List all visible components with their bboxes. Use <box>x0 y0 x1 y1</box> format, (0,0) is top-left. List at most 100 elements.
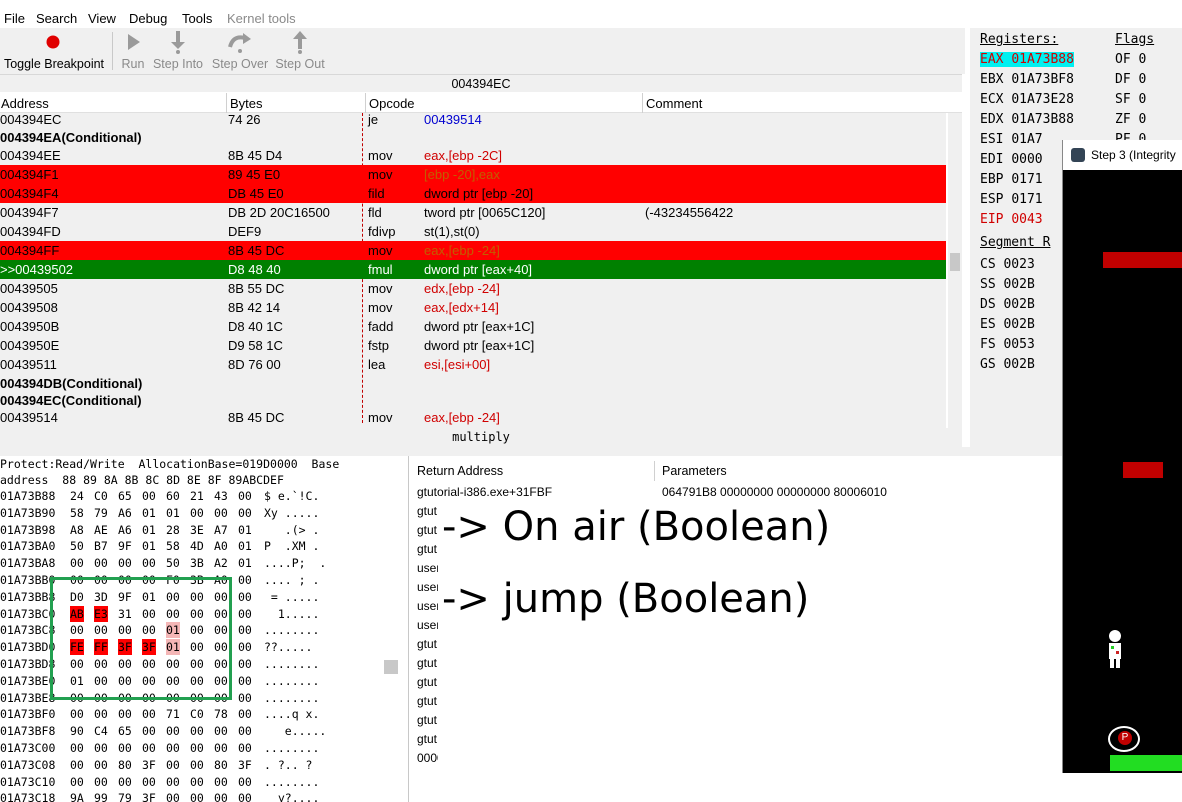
hex-byte[interactable]: 00 <box>142 774 156 790</box>
column-return-address[interactable]: Return Address <box>417 464 503 478</box>
hex-byte[interactable]: 28 <box>166 522 180 538</box>
game-window-titlebar[interactable]: Step 3 (Integrity <box>1063 140 1182 170</box>
hex-byte[interactable]: 50 <box>166 555 180 571</box>
hex-byte[interactable]: 00 <box>238 639 252 655</box>
hex-byte[interactable]: 3B <box>190 555 204 571</box>
menu-view[interactable]: View <box>88 11 116 26</box>
stack-row-return[interactable]: user <box>417 618 440 632</box>
disasm-row[interactable]: 00439511 8D 76 00 lea esi,[esi+00] <box>0 355 946 374</box>
hex-byte[interactable]: 43 <box>214 488 228 504</box>
disasm-row[interactable]: 00439508 8B 42 14 mov eax,[edx+14] <box>0 298 946 317</box>
stack-row-return[interactable]: user <box>417 599 440 613</box>
hex-byte[interactable]: 00 <box>214 505 228 521</box>
hex-byte[interactable]: 3F <box>142 790 156 802</box>
hex-scrollbar-thumb[interactable] <box>384 660 398 674</box>
flag-zf[interactable]: ZF 0 <box>1115 112 1146 127</box>
hex-byte[interactable]: 3E <box>190 522 204 538</box>
column-opcode[interactable]: Opcode <box>369 96 415 111</box>
disassembler-scrollbar[interactable] <box>948 113 962 428</box>
column-parameters[interactable]: Parameters <box>662 464 727 478</box>
hex-byte[interactable]: 00 <box>118 774 132 790</box>
hex-byte[interactable]: 00 <box>190 757 204 773</box>
hex-byte[interactable]: 78 <box>214 706 228 722</box>
hex-byte[interactable]: 00 <box>166 740 180 756</box>
hex-byte[interactable]: A0 <box>214 538 228 554</box>
hex-byte[interactable]: 00 <box>118 706 132 722</box>
hex-byte[interactable]: 00 <box>238 774 252 790</box>
hex-byte[interactable]: 99 <box>94 790 108 802</box>
toggle-breakpoint-button[interactable]: Toggle Breakpoint <box>0 28 108 74</box>
stack-row-return[interactable]: gtut <box>417 504 437 518</box>
hex-byte[interactable]: 3F <box>142 757 156 773</box>
hex-byte[interactable]: B7 <box>94 538 108 554</box>
hex-byte[interactable]: 58 <box>166 538 180 554</box>
register-ecx[interactable]: ECX 01A73E28 <box>980 92 1074 107</box>
column-bytes[interactable]: Bytes <box>230 96 263 111</box>
stack-row-return[interactable]: gtut <box>417 694 437 708</box>
hex-byte[interactable]: 00 <box>190 723 204 739</box>
disasm-row-breakpoint[interactable]: 004394F4 DB 45 E0 fild dword ptr [ebp -2… <box>0 184 946 203</box>
hex-byte[interactable]: 00 <box>238 505 252 521</box>
menu-debug[interactable]: Debug <box>129 11 167 26</box>
register-ebx[interactable]: EBX 01A73BF8 <box>980 72 1074 87</box>
game-window[interactable]: Step 3 (Integrity <box>1062 140 1182 773</box>
stack-row-return[interactable]: gtut <box>417 542 437 556</box>
segment-gs[interactable]: GS 002B <box>980 357 1035 372</box>
hex-byte[interactable]: 00 <box>238 589 252 605</box>
disasm-row-breakpoint[interactable]: 004394F1 89 45 E0 mov [ebp -20],eax <box>0 165 946 184</box>
hex-byte[interactable]: 00 <box>94 706 108 722</box>
register-esi[interactable]: ESI 01A7 <box>980 132 1043 147</box>
hex-byte[interactable]: 00 <box>70 774 84 790</box>
segment-ds[interactable]: DS 002B <box>980 297 1035 312</box>
stack-row-return[interactable]: gtut <box>417 637 437 651</box>
disasm-row[interactable]: 004394F7 DB 2D 20C16500 fld tword ptr [0… <box>0 203 946 222</box>
register-edi[interactable]: EDI 0000 <box>980 152 1043 167</box>
hex-byte[interactable]: 00 <box>70 740 84 756</box>
menu-file[interactable]: File <box>4 11 25 26</box>
hex-byte[interactable]: 90 <box>70 723 84 739</box>
hex-byte[interactable]: 00 <box>166 790 180 802</box>
disasm-row[interactable]: 0043950B D8 40 1C fadd dword ptr [eax+1C… <box>0 317 946 336</box>
stack-row-return[interactable]: gtut <box>417 732 437 746</box>
menu-search[interactable]: Search <box>36 11 77 26</box>
hex-byte[interactable]: 00 <box>166 723 180 739</box>
hex-byte[interactable]: 01 <box>238 538 252 554</box>
hex-byte[interactable]: 01 <box>238 555 252 571</box>
hex-byte[interactable]: 00 <box>70 757 84 773</box>
menu-tools[interactable]: Tools <box>182 11 212 26</box>
hex-byte[interactable]: 00 <box>238 706 252 722</box>
flag-of[interactable]: OF 0 <box>1115 52 1146 67</box>
hex-byte[interactable]: 00 <box>238 723 252 739</box>
disassembler-view[interactable]: 004394EC 74 26 je 00439514 004394EA(Cond… <box>0 113 946 428</box>
hex-byte[interactable]: 00 <box>118 555 132 571</box>
hex-byte[interactable]: 00 <box>190 774 204 790</box>
hex-byte[interactable]: A7 <box>214 522 228 538</box>
hex-byte[interactable]: 00 <box>238 690 252 706</box>
hex-byte[interactable]: 00 <box>190 740 204 756</box>
hex-byte[interactable]: 00 <box>214 740 228 756</box>
hex-byte[interactable]: 00 <box>70 706 84 722</box>
flag-sf[interactable]: SF 0 <box>1115 92 1146 107</box>
hex-byte[interactable]: C0 <box>190 706 204 722</box>
hex-byte[interactable]: 00 <box>214 723 228 739</box>
step-over-button[interactable]: Step Over <box>210 28 270 74</box>
hex-byte[interactable]: 71 <box>166 706 180 722</box>
stack-row-return[interactable]: gtut <box>417 713 437 727</box>
hex-byte[interactable]: 00 <box>238 622 252 638</box>
stack-row-return[interactable]: user <box>417 561 440 575</box>
hex-byte[interactable]: 24 <box>70 488 84 504</box>
hex-byte[interactable]: 80 <box>118 757 132 773</box>
disasm-row[interactable]: 004394FD DEF9 fdivp st(1),st(0) <box>0 222 946 241</box>
segment-fs[interactable]: FS 0053 <box>980 337 1035 352</box>
hex-byte[interactable]: A6 <box>118 522 132 538</box>
register-ebp[interactable]: EBP 0171 <box>980 172 1043 187</box>
disasm-row[interactable]: 004394EC 74 26 je 00439514 <box>0 113 946 129</box>
hex-byte[interactable]: 00 <box>166 774 180 790</box>
hex-byte[interactable]: 01 <box>142 538 156 554</box>
hex-byte[interactable]: 00 <box>142 706 156 722</box>
hex-byte[interactable]: 00 <box>214 790 228 802</box>
hex-byte[interactable]: 00 <box>94 555 108 571</box>
menu-kernel-tools[interactable]: Kernel tools <box>227 11 296 26</box>
hex-byte[interactable]: 4D <box>190 538 204 554</box>
disasm-row-current[interactable]: >>00439502 D8 48 40 fmul dword ptr [eax+… <box>0 260 946 279</box>
